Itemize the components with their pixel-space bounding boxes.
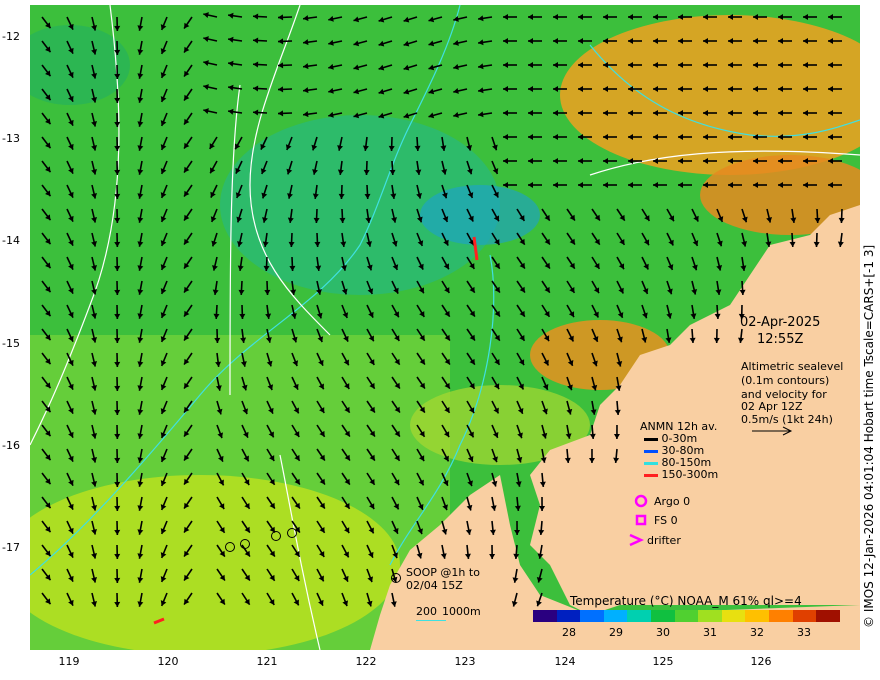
- isobath-legend-line: [416, 620, 446, 621]
- sst-patch-cold-center: [420, 185, 540, 245]
- colorbar-swatch: [816, 610, 840, 622]
- colorbar-swatch: [745, 610, 770, 622]
- colorbar-swatch: [651, 610, 675, 622]
- colorbar-swatch: [721, 610, 746, 622]
- isobath-label-1000: 1000m: [442, 605, 481, 618]
- altimetry-note-line: 02 Apr 12Z: [741, 400, 803, 413]
- colorbar-swatch: [769, 610, 793, 622]
- fs-square-icon: [635, 514, 647, 526]
- altimetry-note-line: Altimetric sealevel: [741, 360, 844, 373]
- anmn-arrow-icon: [644, 449, 658, 453]
- y-tick-label: -17: [2, 541, 20, 554]
- y-tick-label: -12: [2, 30, 20, 43]
- isobath-label-200: 200: [416, 605, 437, 618]
- colorbar-tick: 32: [750, 626, 764, 639]
- colorbar-tick: 29: [609, 626, 623, 639]
- x-tick-label: 125: [652, 655, 674, 668]
- soop-circle-icon: [391, 573, 401, 583]
- colorbar-swatch: [698, 610, 722, 622]
- drifter-label: drifter: [647, 534, 681, 547]
- timestamp-date: 02-Apr-2025: [740, 315, 821, 330]
- map-panel[interactable]: [30, 5, 860, 650]
- timestamp-time: 12:55Z: [757, 332, 804, 347]
- map-canvas: [30, 5, 860, 650]
- colorbar-tick: 28: [562, 626, 576, 639]
- anmn-arrow-icon: [644, 461, 658, 465]
- colorbar-swatch: [627, 610, 652, 622]
- x-tick-label: 121: [256, 655, 278, 668]
- x-tick-label: 120: [157, 655, 179, 668]
- colorbar-swatch: [674, 610, 699, 622]
- temperature-colorbar: [533, 610, 840, 622]
- anmn-legend-item: 150-300m: [644, 468, 718, 481]
- x-tick-label: 119: [58, 655, 80, 668]
- x-tick-label: 122: [355, 655, 377, 668]
- argo-circle-icon: [634, 494, 648, 508]
- y-tick-label: -16: [2, 439, 20, 452]
- anmn-arrow-icon: [644, 437, 658, 441]
- colorbar-swatch: [580, 610, 604, 622]
- x-tick-label: 126: [750, 655, 772, 668]
- colorbar-swatch: [792, 610, 817, 622]
- fs-label: FS 0: [654, 514, 678, 527]
- colorbar-swatch: [603, 610, 628, 622]
- altimetry-note-line: (0.1m contours): [741, 374, 830, 387]
- y-tick-label: -15: [2, 337, 20, 350]
- anmn-arrow-icon: [644, 473, 658, 477]
- colorbar-tick: 30: [656, 626, 670, 639]
- soop-label-line2: 02/04 15Z: [406, 579, 463, 592]
- y-tick-label: -13: [2, 132, 20, 145]
- colorbar-swatch: [556, 610, 581, 622]
- copyright-caption: © IMOS 12-Jan-2026 04:01:04 Hobart time …: [862, 244, 876, 628]
- scale-arrow-icon: [752, 426, 793, 436]
- argo-label: Argo 0: [654, 495, 691, 508]
- colorbar-tick: 33: [797, 626, 811, 639]
- x-tick-label: 124: [554, 655, 576, 668]
- soop-label-line1: SOOP @1h to: [406, 566, 480, 579]
- colorbar-tick: 31: [703, 626, 717, 639]
- y-tick-label: -14: [2, 234, 20, 247]
- x-tick-label: 123: [454, 655, 476, 668]
- colorbar-swatch: [533, 610, 557, 622]
- drifter-chevron-icon: [629, 533, 644, 547]
- colorbar-title: Temperature (°C) NOAA_M 61% ql>=4: [570, 594, 802, 608]
